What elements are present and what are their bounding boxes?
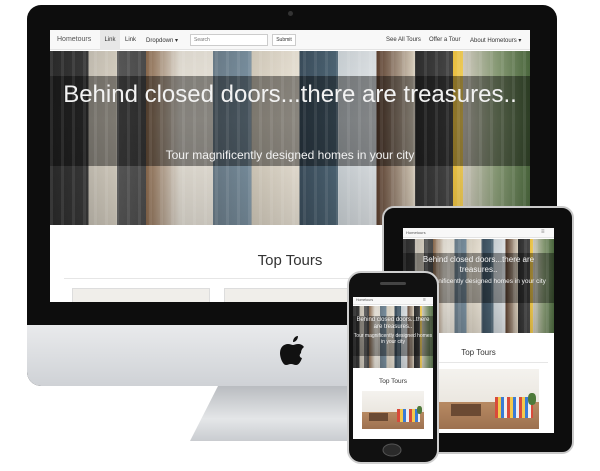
hero-banner: Behind closed doors...there are treasure… <box>50 51 530 225</box>
hero-overlay <box>50 76 530 166</box>
nav-link-active[interactable]: Link <box>100 30 120 50</box>
phone-brand[interactable]: Hometours <box>356 298 373 302</box>
hamburger-menu-icon[interactable]: ≡ <box>541 229 545 235</box>
phone-section-title: Top Tours <box>378 378 408 385</box>
phone-navbar: Hometours ≡ <box>353 297 433 305</box>
tour-card[interactable] <box>224 288 362 302</box>
nav-see-all-tours[interactable]: See All Tours <box>386 37 421 43</box>
home-button-icon[interactable] <box>381 443 403 457</box>
phone-hero-subtitle: Tour magnificently designed homes in you… <box>353 333 433 345</box>
navbar: Hometours Link Link Dropdown ▾ Search Su… <box>50 30 530 50</box>
tour-image[interactable] <box>439 369 539 429</box>
tour-card[interactable] <box>72 288 210 302</box>
phone-hero-overlay <box>353 316 433 356</box>
tablet-brand[interactable]: Hometours <box>406 230 426 235</box>
phone-hero: Behind closed doors...there are treasure… <box>353 306 433 368</box>
nav-dropdown[interactable]: Dropdown ▾ <box>146 37 178 44</box>
tour-image[interactable] <box>362 391 424 429</box>
imac-camera <box>288 11 293 16</box>
search-input[interactable]: Search <box>190 34 268 46</box>
brand-link[interactable]: Hometours <box>57 36 91 43</box>
submit-button[interactable]: Submit <box>272 34 296 46</box>
nav-offer-tour[interactable]: Offer a Tour <box>429 37 460 43</box>
hero-subtitle: Tour magnificently designed homes in you… <box>165 148 415 162</box>
phone-hero-title: Behind closed doors...there are treasure… <box>356 317 430 330</box>
nav-about-dropdown[interactable]: About Hometours ▾ <box>470 37 521 44</box>
tablet-navbar: Hometours ≡ <box>403 228 554 238</box>
hero-title: Behind closed doors...there are treasure… <box>63 81 517 108</box>
hamburger-menu-icon[interactable]: ≡ <box>423 297 426 303</box>
phone-screen: Hometours ≡ Behind closed doors...there … <box>353 297 433 439</box>
nav-link[interactable]: Link <box>125 37 136 43</box>
apple-logo-icon <box>277 335 307 375</box>
phone-speaker <box>380 282 406 285</box>
